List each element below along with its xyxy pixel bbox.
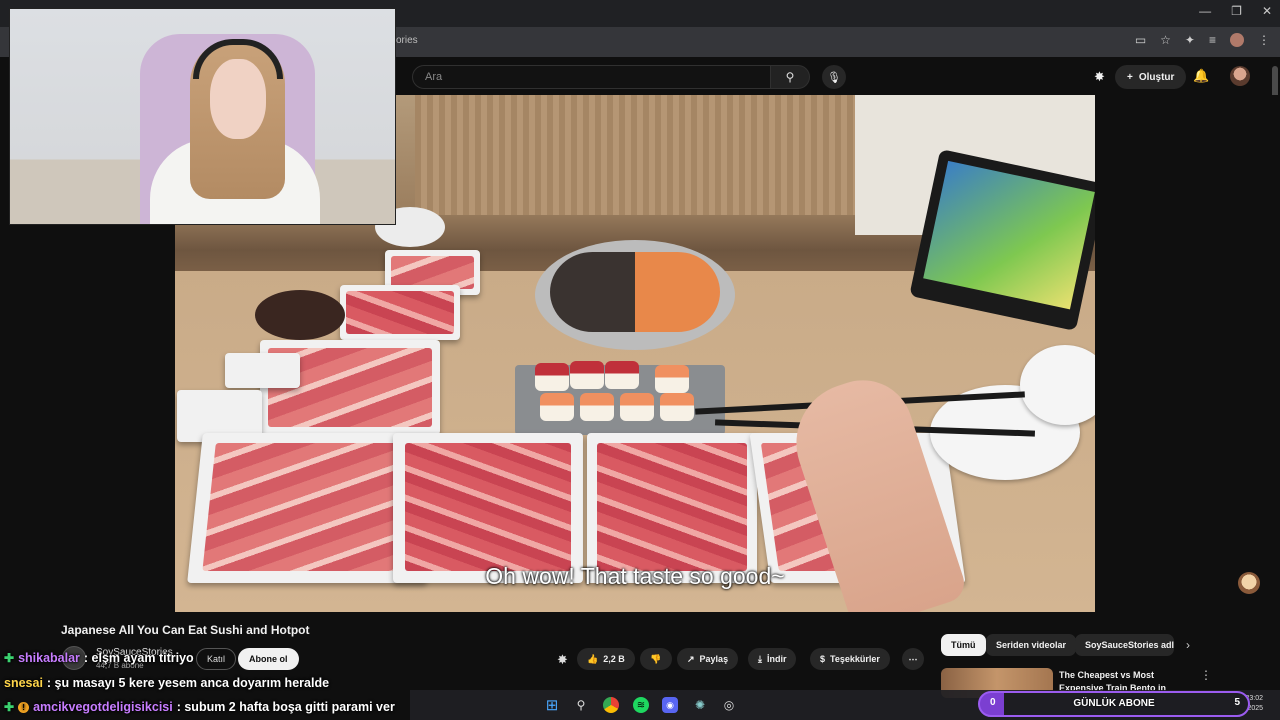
account-avatar[interactable] [1230, 66, 1250, 86]
webcam-overlay [9, 8, 396, 225]
thanks-label: Teşekkürler [830, 654, 880, 664]
recommendation-more-icon[interactable]: ⋮ [1200, 668, 1212, 682]
extensions-icon[interactable]: ✦ [1185, 33, 1195, 47]
taskbar-search-icon[interactable]: ⚲ [573, 697, 589, 713]
maximize-button[interactable]: ❐ [1231, 4, 1242, 18]
bookmark-star-icon[interactable]: ☆ [1160, 33, 1171, 47]
subscriber-goal-bar: 0 GÜNLÜK ABONE 5 [978, 691, 1250, 717]
chip-all[interactable]: Tümü [941, 634, 986, 656]
cast-icon[interactable]: ▭ [1135, 33, 1146, 47]
dollar-heart-icon: $ [820, 654, 826, 664]
profile-avatar[interactable] [1230, 33, 1244, 47]
chat-username: shikabalar [18, 651, 80, 665]
video-tablet [909, 148, 1095, 332]
video-subtitle: Oh wow! That taste so good~ [485, 563, 785, 589]
chip-channel-videos[interactable]: SoySauceStories adlı [1075, 634, 1174, 656]
search-icon: ⚲ [785, 70, 795, 84]
chip-series-videos[interactable]: Seriden videolar [986, 634, 1077, 656]
chat-text: : şu masayı 5 kere yesem anca doyarım he… [46, 676, 330, 690]
create-label: Oluştur [1138, 71, 1175, 83]
chat-username: snesai [4, 676, 43, 690]
chat-badge-icon: ✚ [4, 700, 15, 714]
browser-menu-icon[interactable]: ⋮ [1258, 33, 1270, 47]
share-button[interactable]: ↗ Paylaş [677, 648, 739, 670]
more-dots-icon: ⋯ [908, 653, 918, 664]
chat-message: snesai : şu masayı 5 kere yesem anca doy… [4, 676, 329, 690]
url-text[interactable]: ories [396, 35, 418, 46]
chevron-right-icon[interactable]: › [1186, 638, 1190, 652]
like-button[interactable]: 👍 2,2 B [577, 648, 635, 670]
plus-icon: + [1127, 71, 1133, 83]
thumbs-up-icon: 👍 [587, 653, 599, 664]
download-button[interactable]: ⤓ İndir [748, 648, 797, 670]
join-button[interactable]: Katıl [196, 648, 237, 670]
discord-icon[interactable]: ◉ [662, 697, 678, 713]
subscribe-button[interactable]: Abone ol [238, 648, 299, 670]
browser-toolbar-icons: ▭ ☆ ✦ ≡ ⋮ [1135, 33, 1270, 47]
thumbs-down-icon: 👎 [650, 653, 662, 664]
corner-mascot-icon [1238, 572, 1260, 594]
taskbar-app-icon[interactable]: ◎ [721, 697, 737, 713]
ai-summary-icon[interactable]: ✸ [557, 652, 568, 668]
chat-message: ✚ ! amcikvegotdeligisikcisi : subum 2 ha… [4, 700, 395, 714]
like-count: 2,2 B [603, 654, 625, 664]
minimize-button[interactable]: — [1199, 4, 1211, 18]
dislike-button[interactable]: 👎 [640, 648, 672, 670]
reading-list-icon[interactable]: ≡ [1209, 33, 1216, 47]
close-window-button[interactable]: ✕ [1262, 4, 1272, 18]
video-wall-panel [415, 95, 855, 215]
microphone-icon: 🎙 [827, 71, 841, 84]
goal-label: GÜNLÜK ABONE [1073, 698, 1155, 709]
chrome-icon[interactable] [603, 697, 619, 713]
share-label: Paylaş [699, 654, 729, 664]
right-empty-area [1095, 95, 1280, 612]
chat-message: ✚ shikabalar : elşm ayam titriyo [4, 651, 194, 665]
streaming-app-icon[interactable]: ✺ [692, 697, 708, 713]
windows-start-icon[interactable]: ⊞ [544, 697, 560, 714]
video-meat-tray-bottom-3 [587, 433, 757, 583]
spotify-icon[interactable]: ≋ [633, 697, 649, 713]
thanks-button[interactable]: $ Teşekkürler [810, 648, 890, 670]
video-hotpot [535, 240, 735, 350]
chat-badge-icon: ✚ [4, 651, 15, 665]
share-arrow-icon: ↗ [687, 653, 695, 664]
search-button[interactable]: ⚲ [770, 65, 810, 89]
notifications-bell-icon[interactable]: 🔔 [1193, 68, 1209, 84]
chat-badge-icon: ! [18, 701, 30, 713]
video-title: Japanese All You Can Eat Sushi and Hotpo… [61, 623, 310, 637]
chat-text: : elşm ayam titriyo [83, 651, 194, 665]
download-label: İndir [766, 654, 787, 664]
window-controls: — ❐ ✕ [1199, 4, 1272, 18]
voice-search-button[interactable]: 🎙 [822, 65, 846, 89]
ai-sparkle-icon[interactable]: ✸ [1094, 69, 1105, 85]
chat-username: amcikvegotdeligisikcisi [33, 700, 173, 714]
create-button[interactable]: + Oluştur [1115, 65, 1187, 89]
search-placeholder: Ara [425, 71, 443, 83]
video-meat-tray-bottom-2 [393, 433, 583, 583]
search-input[interactable]: Ara [412, 65, 770, 89]
more-actions-button[interactable]: ⋯ [902, 648, 924, 670]
download-icon: ⤓ [758, 653, 762, 664]
chat-text: : subum 2 hafta boşa gitti parami ver [176, 700, 395, 714]
goal-target-count: 5 [1234, 697, 1240, 708]
